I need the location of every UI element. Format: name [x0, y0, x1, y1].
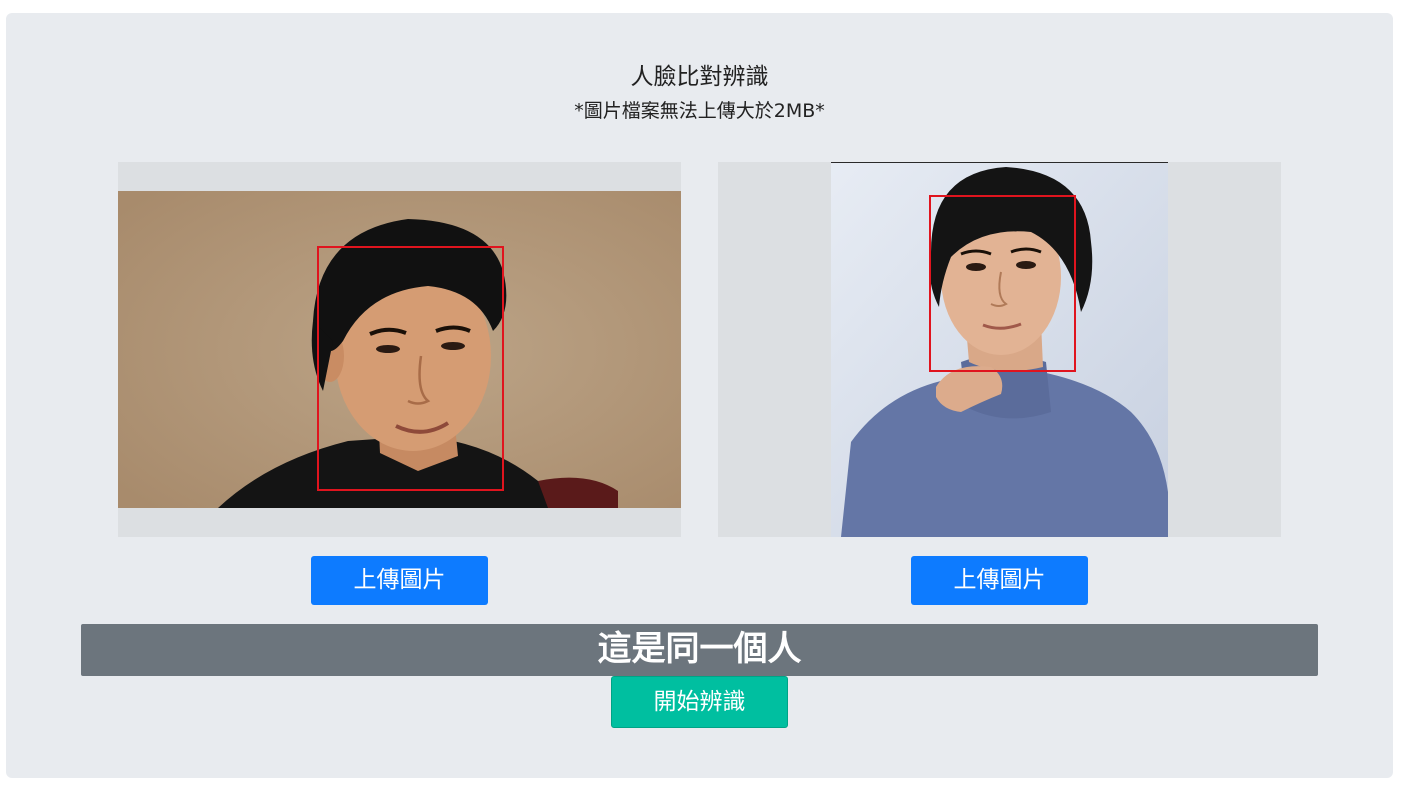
face-photo-left: [118, 191, 681, 508]
page-title: 人臉比對辨識: [630, 64, 769, 90]
face-photo-right: [831, 162, 1168, 537]
page-subtitle: *圖片檔案無法上傳大於2MB*: [574, 100, 825, 122]
start-recognition-button[interactable]: 開始辨識: [611, 676, 788, 728]
result-banner: 這是同一個人: [81, 624, 1318, 676]
face-detection-box-right: [929, 195, 1076, 372]
upload-button-left[interactable]: 上傳圖片: [311, 556, 488, 605]
image-preview-right: [718, 162, 1281, 537]
image-preview-left: [118, 162, 681, 537]
upload-button-right[interactable]: 上傳圖片: [911, 556, 1088, 605]
face-detection-box-left: [317, 246, 504, 491]
